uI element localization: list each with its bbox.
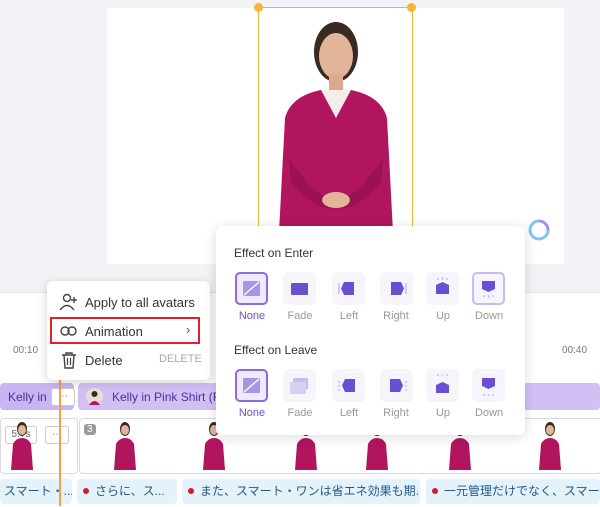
leave-fade-button[interactable] bbox=[283, 369, 316, 402]
enter-up-label: Up bbox=[435, 310, 451, 322]
leave-none-button[interactable] bbox=[235, 369, 268, 402]
enter-none-button[interactable] bbox=[235, 272, 268, 305]
scene-more-icon[interactable]: ⋯ bbox=[45, 426, 69, 444]
clip-more-icon[interactable]: ⋯ bbox=[51, 388, 75, 406]
leave-right-label: Right bbox=[383, 407, 409, 419]
avatar-clip-small-label: Kelly in bbox=[8, 390, 47, 404]
right-out-effect-icon bbox=[390, 379, 407, 392]
leave-left-button[interactable] bbox=[332, 369, 365, 402]
avatar-clip-main-label: Kelly in Pink Shirt (Fr bbox=[112, 390, 225, 404]
enter-right-button[interactable] bbox=[380, 272, 413, 305]
thumb-avatar-7 bbox=[539, 422, 561, 470]
avatar-selection[interactable] bbox=[258, 7, 413, 233]
leave-right-button[interactable] bbox=[380, 369, 413, 402]
apply-all-avatars-item[interactable]: Apply to all avatars bbox=[47, 289, 210, 315]
ruler-label-start: 00:10 bbox=[13, 345, 39, 356]
subtitle-text-3: また、スマート・ワンは省エネ効果も期... bbox=[200, 484, 420, 498]
down-out-effect-icon bbox=[482, 378, 495, 396]
thumb-avatar-1 bbox=[11, 422, 33, 470]
subtitle-text-2: さらに、ス... bbox=[95, 484, 165, 498]
up-effect-icon bbox=[436, 277, 449, 294]
enter-none-label: None bbox=[238, 310, 266, 322]
resize-handle-top-right[interactable] bbox=[407, 3, 416, 12]
up-out-effect-icon bbox=[436, 374, 449, 393]
enter-up-button[interactable] bbox=[426, 272, 459, 305]
apply-all-label: Apply to all avatars bbox=[85, 295, 195, 310]
leave-fade-label: Fade bbox=[287, 407, 313, 419]
leave-none-label: None bbox=[238, 407, 266, 419]
delete-item[interactable]: Delete DELETE bbox=[47, 347, 210, 373]
avatar-figure bbox=[279, 22, 393, 232]
leave-left-label: Left bbox=[339, 407, 359, 419]
leave-down-label: Down bbox=[474, 407, 504, 419]
add-user-icon bbox=[59, 293, 77, 311]
ruler-label-end: 00:40 bbox=[562, 345, 588, 356]
enter-effect-title: Effect on Enter bbox=[234, 246, 314, 260]
fade-effect-icon bbox=[291, 283, 308, 295]
jp-flag-icon bbox=[432, 488, 438, 495]
down-effect-icon bbox=[482, 281, 495, 298]
subtitle-text-1: スマート・... bbox=[4, 484, 72, 498]
enter-left-label: Left bbox=[339, 310, 359, 322]
enter-down-label: Down bbox=[474, 310, 504, 322]
leave-down-button[interactable] bbox=[472, 369, 505, 402]
none-effect-icon bbox=[243, 281, 260, 296]
jp-flag-icon bbox=[83, 488, 89, 495]
none-effect-icon bbox=[243, 378, 260, 393]
enter-down-button[interactable] bbox=[472, 272, 505, 305]
animation-highlight-box bbox=[50, 317, 200, 344]
enter-right-label: Right bbox=[383, 310, 409, 322]
jp-flag-icon bbox=[188, 488, 194, 495]
animation-effects-panel: Effect on Enter None Fade Left Right Up … bbox=[216, 226, 525, 435]
enter-fade-button[interactable] bbox=[283, 272, 316, 305]
left-effect-icon bbox=[338, 282, 354, 295]
enter-fade-label: Fade bbox=[287, 310, 313, 322]
logo-watermark-icon bbox=[528, 219, 550, 241]
delete-label: Delete bbox=[85, 353, 123, 368]
subtitle-clip-3[interactable]: また、スマート・ワンは省エネ効果も期... bbox=[182, 479, 420, 504]
trash-icon bbox=[62, 352, 76, 369]
subtitle-text-4: 一元管理だけでなく、スマート bbox=[444, 484, 600, 498]
subtitle-clip-2[interactable]: さらに、ス... bbox=[77, 479, 177, 504]
subtitle-clip-4[interactable]: 一元管理だけでなく、スマート bbox=[426, 479, 600, 504]
leave-effect-title: Effect on Leave bbox=[234, 343, 318, 357]
fade-out-effect-icon bbox=[290, 378, 308, 394]
playhead[interactable] bbox=[59, 370, 61, 506]
leave-up-label: Up bbox=[435, 407, 451, 419]
delete-shortcut: DELETE bbox=[159, 353, 202, 365]
avatar-thumb-icon bbox=[86, 388, 103, 405]
subtitle-clip-1[interactable]: スマート・... bbox=[0, 479, 72, 504]
scene-number-badge: 3 bbox=[84, 424, 96, 435]
enter-left-button[interactable] bbox=[332, 272, 365, 305]
thumb-avatar-2 bbox=[114, 422, 136, 470]
leave-up-button[interactable] bbox=[426, 369, 459, 402]
left-out-effect-icon bbox=[338, 379, 355, 392]
resize-handle-top-left[interactable] bbox=[254, 3, 263, 12]
right-effect-icon bbox=[391, 282, 407, 295]
